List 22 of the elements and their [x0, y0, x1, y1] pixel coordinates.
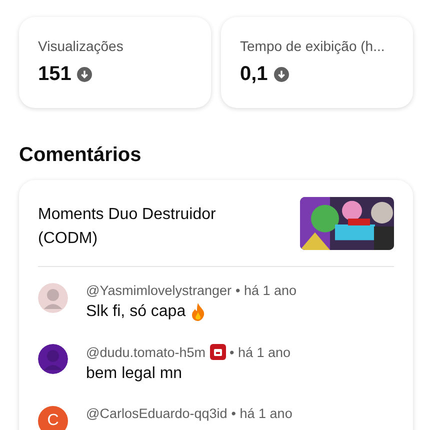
comment-text: bem legal mn	[86, 365, 182, 383]
comment-time: • há 1 ano	[236, 283, 297, 298]
comment-time: • há 1 ano	[231, 406, 292, 421]
stat-value: 0,1	[240, 63, 268, 86]
comment-text: Slk fi, só capa	[86, 303, 186, 321]
stat-card[interactable]: Visualizações 151	[19, 17, 211, 108]
stat-card[interactable]: Tempo de exibição (h... 0,1	[221, 17, 413, 108]
comment-author[interactable]: @dudu.tomato-h5m	[86, 344, 206, 360]
video-title: Moments Duo Destruidor (CODM)	[38, 205, 217, 249]
badge-icon	[210, 344, 226, 360]
stat-label: Visualizações	[38, 38, 124, 54]
section-title: Comentários	[19, 144, 142, 167]
stat-label: Tempo de exibição (h...	[240, 38, 385, 54]
stat-value: 151	[38, 63, 72, 86]
fire-icon	[190, 303, 205, 321]
avatar[interactable]: C	[38, 406, 68, 430]
comment-author[interactable]: @CarlosEduardo-qq3id	[86, 406, 228, 421]
comment-time: • há 1 ano	[230, 344, 291, 360]
comment-author[interactable]: @Yasmimlovelystranger	[86, 283, 232, 298]
comments-card[interactable]: Moments Duo Destruidor (CODM) @Yasmimlovelystranger • há 1 ano Slk fi, só capa @dudu.tomato-h5m • há 1 ano bem legal mn C @CarlosEduardo-qq3id • há 1 ano	[19, 180, 413, 430]
arrow-down-icon	[274, 67, 289, 82]
arrow-down-icon	[77, 67, 92, 82]
